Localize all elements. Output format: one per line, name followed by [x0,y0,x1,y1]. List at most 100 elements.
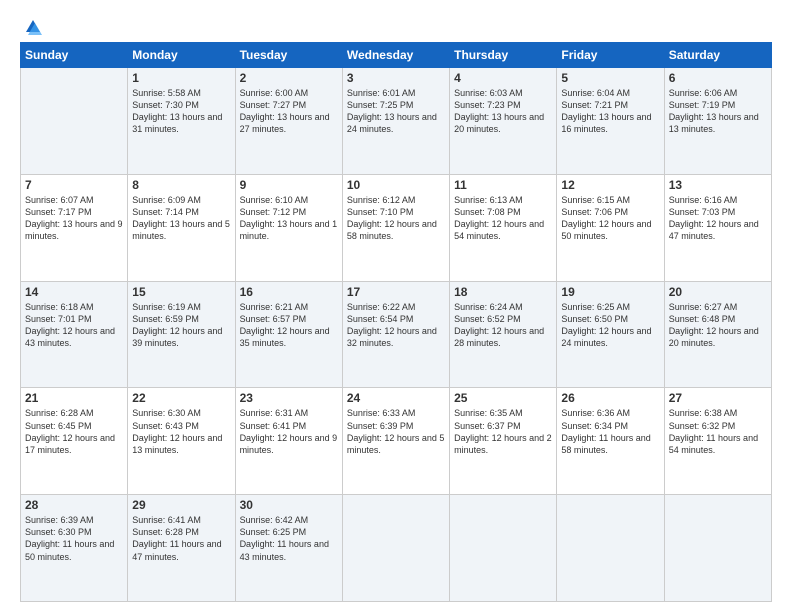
empty-cell [342,495,449,602]
cell-details: Sunrise: 6:27 AMSunset: 6:48 PMDaylight:… [669,301,767,350]
day-number: 26 [561,391,659,405]
day-cell-14: 14 Sunrise: 6:18 AMSunset: 7:01 PMDayligh… [21,281,128,388]
week-row-5: 28 Sunrise: 6:39 AMSunset: 6:30 PMDayligh… [21,495,772,602]
day-number: 13 [669,178,767,192]
logo [20,18,42,36]
empty-cell [664,495,771,602]
day-cell-17: 17 Sunrise: 6:22 AMSunset: 6:54 PMDayligh… [342,281,449,388]
day-cell-19: 19 Sunrise: 6:25 AMSunset: 6:50 PMDayligh… [557,281,664,388]
cell-details: Sunrise: 6:30 AMSunset: 6:43 PMDaylight:… [132,407,230,456]
day-number: 10 [347,178,445,192]
cell-details: Sunrise: 6:13 AMSunset: 7:08 PMDaylight:… [454,194,552,243]
day-number: 17 [347,285,445,299]
day-number: 8 [132,178,230,192]
cell-details: Sunrise: 6:15 AMSunset: 7:06 PMDaylight:… [561,194,659,243]
day-number: 5 [561,71,659,85]
cell-details: Sunrise: 6:10 AMSunset: 7:12 PMDaylight:… [240,194,338,243]
day-number: 1 [132,71,230,85]
cell-details: Sunrise: 6:39 AMSunset: 6:30 PMDaylight:… [25,514,123,563]
day-cell-4: 4 Sunrise: 6:03 AMSunset: 7:23 PMDaylight… [450,68,557,175]
day-number: 19 [561,285,659,299]
empty-cell [21,68,128,175]
day-cell-10: 10Sunrise: 6:12 AMSunset: 7:10 PMDayligh… [342,174,449,281]
day-cell-3: 3Sunrise: 6:01 AMSunset: 7:25 PMDaylight… [342,68,449,175]
day-number: 28 [25,498,123,512]
weekday-tuesday: Tuesday [235,43,342,68]
cell-details: Sunrise: 6:03 AMSunset: 7:23 PMDaylight:… [454,87,552,136]
day-number: 30 [240,498,338,512]
cell-details: Sunrise: 6:24 AMSunset: 6:52 PMDaylight:… [454,301,552,350]
day-cell-20: 20 Sunrise: 6:27 AMSunset: 6:48 PMDayligh… [664,281,771,388]
day-cell-8: 8 Sunrise: 6:09 AMSunset: 7:14 PMDaylight… [128,174,235,281]
empty-cell [450,495,557,602]
cell-details: Sunrise: 6:38 AMSunset: 6:32 PMDaylight:… [669,407,767,456]
day-cell-1: 1 Sunrise: 5:58 AMSunset: 7:30 PMDaylight… [128,68,235,175]
day-cell-22: 22 Sunrise: 6:30 AMSunset: 6:43 PMDayligh… [128,388,235,495]
day-cell-5: 5 Sunrise: 6:04 AMSunset: 7:21 PMDaylight… [557,68,664,175]
week-row-4: 21 Sunrise: 6:28 AMSunset: 6:45 PMDayligh… [21,388,772,495]
cell-details: Sunrise: 6:19 AMSunset: 6:59 PMDaylight:… [132,301,230,350]
weekday-wednesday: Wednesday [342,43,449,68]
day-number: 22 [132,391,230,405]
day-cell-23: 23 Sunrise: 6:31 AMSunset: 6:41 PMDayligh… [235,388,342,495]
day-number: 24 [347,391,445,405]
cell-details: Sunrise: 6:04 AMSunset: 7:21 PMDaylight:… [561,87,659,136]
empty-cell [557,495,664,602]
cell-details: Sunrise: 6:36 AMSunset: 6:34 PMDaylight:… [561,407,659,456]
day-number: 15 [132,285,230,299]
cell-details: Sunrise: 6:22 AMSunset: 6:54 PMDaylight:… [347,301,445,350]
day-cell-7: 7Sunrise: 6:07 AMSunset: 7:17 PMDaylight… [21,174,128,281]
cell-details: Sunrise: 6:35 AMSunset: 6:37 PMDaylight:… [454,407,552,456]
week-row-2: 7Sunrise: 6:07 AMSunset: 7:17 PMDaylight… [21,174,772,281]
day-number: 29 [132,498,230,512]
day-number: 27 [669,391,767,405]
cell-details: Sunrise: 6:16 AMSunset: 7:03 PMDaylight:… [669,194,767,243]
calendar: SundayMondayTuesdayWednesdayThursdayFrid… [20,42,772,602]
cell-details: Sunrise: 6:31 AMSunset: 6:41 PMDaylight:… [240,407,338,456]
week-row-1: 1 Sunrise: 5:58 AMSunset: 7:30 PMDaylight… [21,68,772,175]
weekday-sunday: Sunday [21,43,128,68]
cell-details: Sunrise: 6:42 AMSunset: 6:25 PMDaylight:… [240,514,338,563]
weekday-friday: Friday [557,43,664,68]
day-number: 11 [454,178,552,192]
day-cell-30: 30 Sunrise: 6:42 AMSunset: 6:25 PMDayligh… [235,495,342,602]
day-cell-15: 15 Sunrise: 6:19 AMSunset: 6:59 PMDayligh… [128,281,235,388]
logo-icon [24,18,42,36]
cell-details: Sunrise: 6:21 AMSunset: 6:57 PMDaylight:… [240,301,338,350]
day-number: 18 [454,285,552,299]
cell-details: Sunrise: 6:18 AMSunset: 7:01 PMDaylight:… [25,301,123,350]
header [20,18,772,36]
day-cell-25: 25Sunrise: 6:35 AMSunset: 6:37 PMDayligh… [450,388,557,495]
day-number: 2 [240,71,338,85]
day-cell-9: 9 Sunrise: 6:10 AMSunset: 7:12 PMDaylight… [235,174,342,281]
day-number: 20 [669,285,767,299]
day-cell-24: 24 Sunrise: 6:33 AMSunset: 6:39 PMDayligh… [342,388,449,495]
day-number: 12 [561,178,659,192]
cell-details: Sunrise: 6:25 AMSunset: 6:50 PMDaylight:… [561,301,659,350]
week-row-3: 14 Sunrise: 6:18 AMSunset: 7:01 PMDayligh… [21,281,772,388]
day-cell-28: 28 Sunrise: 6:39 AMSunset: 6:30 PMDayligh… [21,495,128,602]
day-cell-13: 13 Sunrise: 6:16 AMSunset: 7:03 PMDayligh… [664,174,771,281]
cell-details: Sunrise: 6:01 AMSunset: 7:25 PMDaylight:… [347,87,445,136]
cell-details: Sunrise: 6:33 AMSunset: 6:39 PMDaylight:… [347,407,445,456]
day-number: 4 [454,71,552,85]
day-number: 6 [669,71,767,85]
page: SundayMondayTuesdayWednesdayThursdayFrid… [0,0,792,612]
cell-details: Sunrise: 6:28 AMSunset: 6:45 PMDaylight:… [25,407,123,456]
day-number: 14 [25,285,123,299]
day-cell-26: 26 Sunrise: 6:36 AMSunset: 6:34 PMDayligh… [557,388,664,495]
cell-details: Sunrise: 6:41 AMSunset: 6:28 PMDaylight:… [132,514,230,563]
day-cell-2: 2Sunrise: 6:00 AMSunset: 7:27 PMDaylight… [235,68,342,175]
day-number: 21 [25,391,123,405]
day-cell-18: 18 Sunrise: 6:24 AMSunset: 6:52 PMDayligh… [450,281,557,388]
day-cell-11: 11 Sunrise: 6:13 AMSunset: 7:08 PMDayligh… [450,174,557,281]
cell-details: Sunrise: 5:58 AMSunset: 7:30 PMDaylight:… [132,87,230,136]
day-number: 16 [240,285,338,299]
day-number: 9 [240,178,338,192]
weekday-header-row: SundayMondayTuesdayWednesdayThursdayFrid… [21,43,772,68]
day-number: 23 [240,391,338,405]
day-cell-16: 16 Sunrise: 6:21 AMSunset: 6:57 PMDayligh… [235,281,342,388]
cell-details: Sunrise: 6:09 AMSunset: 7:14 PMDaylight:… [132,194,230,243]
cell-details: Sunrise: 6:07 AMSunset: 7:17 PMDaylight:… [25,194,123,243]
day-cell-21: 21 Sunrise: 6:28 AMSunset: 6:45 PMDayligh… [21,388,128,495]
